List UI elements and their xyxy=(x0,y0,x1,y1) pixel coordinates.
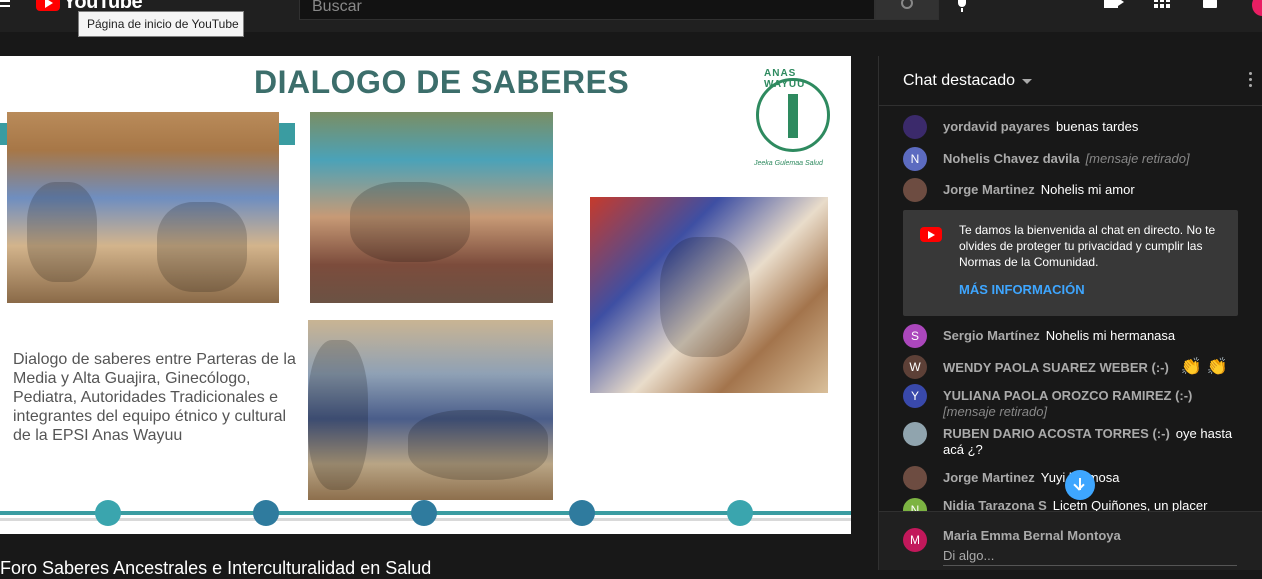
chat-input[interactable] xyxy=(943,546,1237,566)
video-title: Foro Saberes Ancestrales e Intercultural… xyxy=(0,558,432,578)
chat-mode-selector[interactable]: Chat destacado xyxy=(903,72,1015,90)
search-button[interactable] xyxy=(875,0,939,20)
composer-author-name: Maria Emma Bernal Montoya xyxy=(943,528,1121,543)
message-author[interactable]: Sergio Martínez xyxy=(943,328,1040,343)
message-author[interactable]: WENDY PAOLA SUAREZ WEBER (:-) xyxy=(943,360,1169,375)
notifications-bell-icon[interactable] xyxy=(1202,0,1218,12)
avatar[interactable] xyxy=(903,178,927,202)
microphone-icon[interactable] xyxy=(954,0,970,16)
timeline-dot xyxy=(95,500,121,526)
message-author[interactable]: yordavid payares xyxy=(943,119,1050,134)
slide-photo-mother-baby xyxy=(590,197,828,393)
chevron-down-icon[interactable] xyxy=(1022,79,1032,84)
message-text: [mensaje retirado] xyxy=(1085,151,1190,166)
message-author[interactable]: Nidia Tarazona S xyxy=(943,498,1047,511)
chat-message: N Nidia Tarazona S Licetn Quiñones, un pl… xyxy=(903,498,1243,511)
clapping-hands-icon: 👏 👏 xyxy=(1180,357,1228,376)
message-author[interactable]: RUBEN DARIO ACOSTA TORRES (:-) xyxy=(943,426,1170,441)
avatar[interactable]: N xyxy=(903,498,927,511)
apps-grid-icon[interactable] xyxy=(1154,0,1170,12)
menu-icon[interactable] xyxy=(0,0,14,14)
timeline-dot xyxy=(727,500,753,526)
chat-composer: M Maria Emma Bernal Montoya xyxy=(879,511,1262,570)
slide-photo-community xyxy=(308,320,553,500)
message-text: [mensaje retirado] xyxy=(943,404,1048,419)
create-video-icon[interactable] xyxy=(1104,0,1124,10)
avatar[interactable]: W xyxy=(903,355,927,379)
slide-photo-hammock-woman xyxy=(310,112,553,303)
caduceus-icon xyxy=(788,94,798,138)
timeline-dot xyxy=(411,500,437,526)
logo-superscript: CO xyxy=(154,0,168,2)
message-author[interactable]: Jorge Martinez xyxy=(943,182,1035,197)
home-tooltip: Página de inicio de YouTube xyxy=(78,11,244,37)
message-author[interactable]: Nohelis Chavez davila xyxy=(943,151,1080,166)
video-player[interactable]: DIALOGO DE SABERES ANAS WAYUU Jeeka Gule… xyxy=(0,56,851,534)
welcome-banner: Te damos la bienvenida al chat en direct… xyxy=(903,210,1238,316)
search-box xyxy=(299,0,875,20)
chat-header: Chat destacado xyxy=(879,56,1262,106)
anas-wayuu-logo: ANAS WAYUU Jeeka Gulemaa Salud xyxy=(752,64,834,168)
more-options-icon[interactable] xyxy=(1249,72,1253,90)
welcome-text: Te damos la bienvenida al chat en direct… xyxy=(959,223,1216,269)
avatar: M xyxy=(903,528,927,552)
message-text: Nohelis mi amor xyxy=(1040,182,1135,197)
message-author[interactable]: Jorge Martinez xyxy=(943,470,1035,485)
slide-description: Dialogo de saberes entre Parteras de la … xyxy=(13,351,296,444)
slide-photo-gathering xyxy=(7,112,279,303)
youtube-play-icon xyxy=(36,0,60,11)
slide-title: DIALOGO DE SABERES xyxy=(254,64,630,100)
timeline-dot xyxy=(569,500,595,526)
message-text: Licetn Quiñones, un placer xyxy=(1052,498,1208,511)
message-text: buenas tardes xyxy=(1055,119,1139,134)
avatar[interactable]: Y xyxy=(903,384,927,408)
logo-signature: Jeeka Gulemaa Salud xyxy=(754,160,823,167)
avatar[interactable] xyxy=(903,466,927,490)
search-input[interactable] xyxy=(300,0,874,19)
avatar[interactable] xyxy=(903,115,927,139)
scroll-to-bottom-button[interactable] xyxy=(1065,470,1095,500)
avatar[interactable]: S xyxy=(903,324,927,348)
message-text: Nohelis mi hermanasa xyxy=(1045,328,1176,343)
live-chat-panel: Chat destacado yordavid payares buenas ta… xyxy=(878,56,1262,570)
timeline-dot xyxy=(253,500,279,526)
search-icon xyxy=(901,0,913,9)
message-author[interactable]: YULIANA PAOLA OROZCO RAMIREZ (:-) xyxy=(943,388,1192,403)
avatar[interactable] xyxy=(903,422,927,446)
youtube-play-icon xyxy=(920,227,942,242)
avatar[interactable]: N xyxy=(903,147,927,171)
learn-more-link[interactable]: MÁS INFORMACIÓN xyxy=(959,282,1085,297)
account-avatar[interactable] xyxy=(1252,0,1262,16)
